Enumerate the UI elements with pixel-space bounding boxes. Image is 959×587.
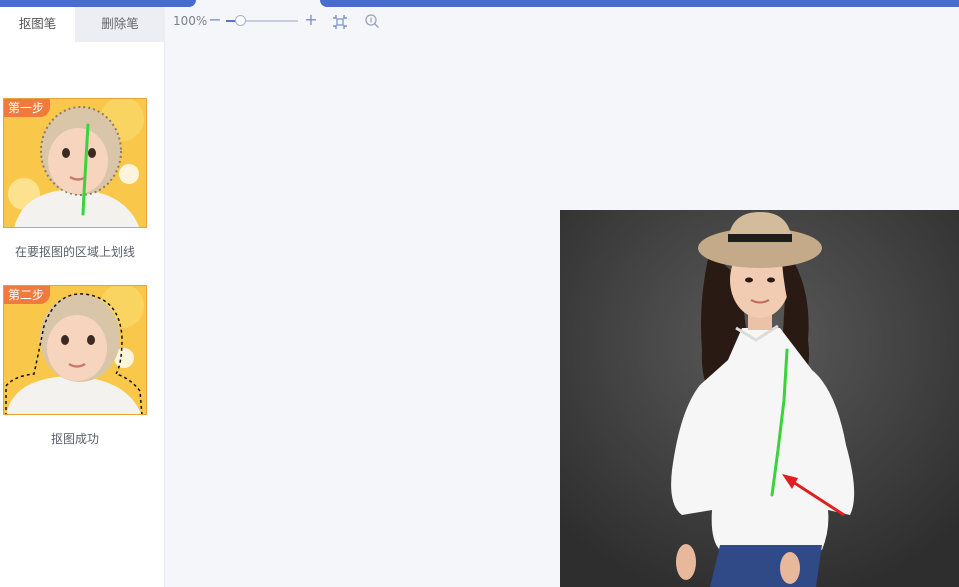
step-badge: 第一步 [4, 99, 51, 117]
step-two-caption: 抠图成功 [50, 432, 99, 446]
zoom-in-button[interactable]: + [304, 12, 318, 28]
active-tab-notch [196, 0, 320, 7]
baby-cutout-illustration [4, 286, 146, 414]
step-two-illustration: 第二步 [3, 285, 147, 415]
top-strip-left [0, 0, 196, 7]
tab-erase-brush[interactable]: 删除笔 [75, 7, 165, 42]
zoom-in-icon[interactable] [364, 13, 380, 29]
step-badge: 第二步 [4, 286, 51, 304]
fit-to-screen-icon[interactable] [332, 14, 348, 30]
zoom-toolbar: 100% − + [165, 7, 959, 37]
step-one-illustration: 第一步 [3, 98, 147, 228]
zoom-slider-handle[interactable] [235, 15, 247, 26]
baby-stroke-illustration [4, 99, 146, 227]
brush-tabs: 抠图笔 删除笔 [0, 7, 165, 42]
editing-photo[interactable] [560, 210, 959, 587]
tab-cutout-brush[interactable]: 抠图笔 [0, 7, 75, 42]
top-tab-strip [0, 0, 959, 7]
step-one-caption: 在要抠图的区域上划线 [14, 245, 135, 259]
woman-photo-illustration [560, 210, 959, 587]
canvas-workspace[interactable]: 100% − + [165, 7, 959, 587]
zoom-out-button[interactable]: − [208, 12, 222, 28]
brush-panel: 抠图笔 删除笔 第一步 在要抠图的区域上划线 第二步 抠图成功 [0, 7, 165, 587]
zoom-percentage: 100% [173, 14, 208, 28]
zoom-slider[interactable] [226, 15, 298, 26]
top-strip-right [320, 0, 959, 7]
